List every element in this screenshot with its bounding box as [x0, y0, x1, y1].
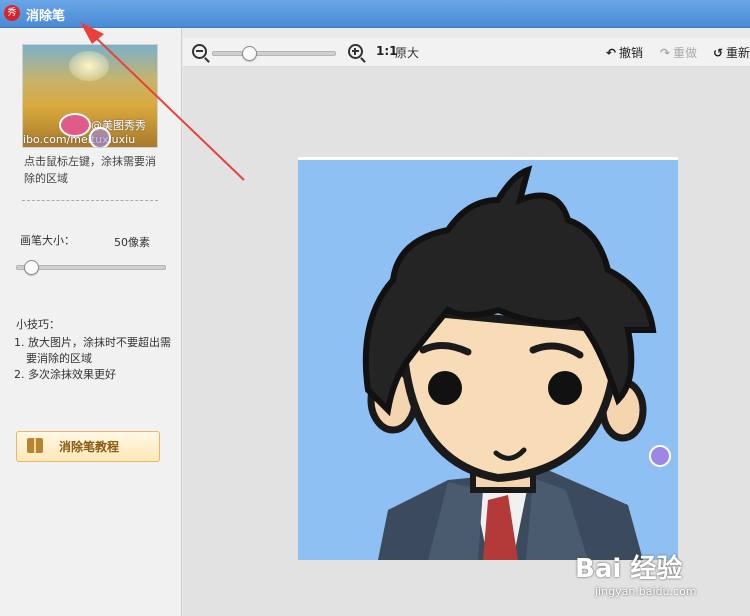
reset-icon: ↺ — [712, 46, 724, 60]
reset-label: 重新 — [726, 46, 750, 60]
app-logo-icon: 秀 — [4, 5, 20, 21]
cartoon-portrait — [362, 165, 657, 560]
title-bar: 秀 消除笔 — [0, 0, 750, 28]
undo-button[interactable]: ↶ 撤销 — [603, 44, 643, 61]
undo-icon: ↶ — [605, 46, 617, 60]
instruction-text: 点击鼠标左键，涂抹需要消除的区域 — [24, 155, 156, 185]
divider — [22, 200, 158, 201]
preview-thumbnail: @美图秀秀 ibo.com/meituxiuxiu — [22, 44, 158, 148]
tip-item: 1. 放大图片，涂抹时不要超出需要消除的区域 — [14, 336, 171, 365]
toolbar: 1:1 原大 ↶ 撤销 ↷ 重做 ↺ 重新 — [183, 38, 750, 67]
brush-size-slider-handle[interactable] — [23, 260, 39, 275]
baidu-url: jingyan.baidu.com — [595, 585, 697, 598]
brush-size-value: 50像素 — [114, 236, 150, 249]
zoom-in-icon[interactable] — [348, 44, 363, 59]
tips-title: 小技巧： — [16, 318, 60, 331]
tutorial-button-label: 消除笔教程 — [59, 440, 120, 454]
redo-label: 重做 — [673, 46, 698, 60]
reset-button[interactable]: ↺ 重新 — [710, 44, 750, 61]
actual-size-button[interactable]: 原大 — [395, 44, 419, 61]
baidu-brand: Bai 经验 — [575, 554, 683, 584]
edit-photo[interactable] — [298, 157, 678, 560]
brush-cursor-icon — [89, 127, 111, 147]
window-title: 消除笔 — [26, 9, 66, 24]
baidu-watermark: Bai 经验 jingyan.baidu.com — [575, 548, 745, 608]
zoom-slider[interactable] — [212, 51, 336, 56]
brush-size-label: 画笔大小： — [20, 234, 75, 247]
canvas-area[interactable] — [183, 67, 750, 616]
undo-label: 撤销 — [619, 46, 644, 60]
thumbnail-sun — [69, 51, 109, 81]
sidebar: @美图秀秀 ibo.com/meituxiuxiu 点击鼠标左键，涂抹需要消除的… — [0, 28, 182, 616]
tip-item: 2. 多次涂抹效果更好 — [14, 368, 116, 381]
book-icon — [27, 438, 43, 453]
redo-button[interactable]: ↷ 重做 — [657, 44, 697, 61]
eraser-cursor-icon — [649, 445, 671, 467]
redo-icon: ↷ — [659, 46, 671, 60]
zoom-slider-handle[interactable] — [241, 46, 257, 61]
tips-list: 1. 放大图片，涂抹时不要超出需要消除的区域 2. 多次涂抹效果更好 — [14, 335, 174, 383]
zoom-out-icon[interactable] — [192, 44, 207, 59]
eraser-tutorial-button[interactable]: 消除笔教程 — [16, 431, 160, 462]
